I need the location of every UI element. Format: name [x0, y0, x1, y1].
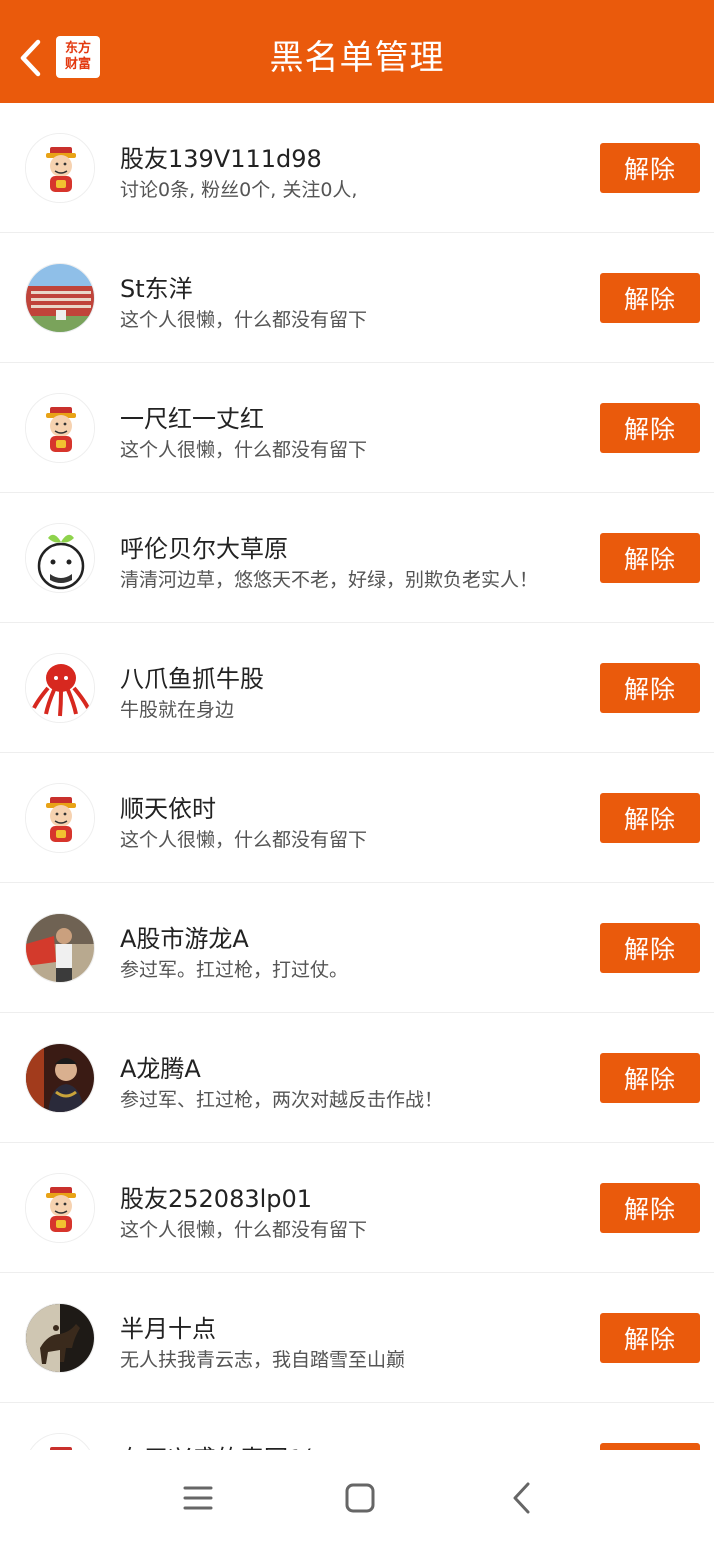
menu-icon[interactable]	[176, 1476, 220, 1520]
list-item[interactable]: 有无兴盛的毒冠1( 解除	[0, 1403, 714, 1450]
user-signature: 讨论0条, 粉丝0个, 关注0人,	[120, 179, 358, 201]
user-signature: 这个人很懒，什么都没有留下	[120, 439, 368, 461]
remove-button[interactable]: 解除	[600, 923, 700, 973]
remove-button[interactable]: 解除	[600, 1443, 700, 1450]
remove-button[interactable]: 解除	[600, 663, 700, 713]
avatar[interactable]	[25, 263, 95, 333]
user-name: A龙腾A	[120, 1055, 201, 1083]
user-signature: 牛股就在身边	[120, 699, 235, 721]
avatar[interactable]	[25, 1173, 95, 1243]
list-item[interactable]: 呼伦贝尔大草原清清河边草，悠悠天不老，好绿，别欺负老实人！ 解除	[0, 493, 714, 623]
list-item[interactable]: St东洋这个人很懒，什么都没有留下 解除	[0, 233, 714, 363]
user-name: St东洋	[120, 275, 193, 303]
list-item[interactable]: 八爪鱼抓牛股牛股就在身边 解除	[0, 623, 714, 753]
list-item[interactable]: 股友252083lp01 这个人很懒，什么都没有留下 解除	[0, 1143, 714, 1273]
remove-button[interactable]: 解除	[600, 273, 700, 323]
user-name: 半月十点	[120, 1315, 216, 1343]
user-name: 一尺红一丈红	[120, 405, 264, 433]
avatar[interactable]	[25, 1303, 95, 1373]
avatar[interactable]	[25, 393, 95, 463]
avatar[interactable]	[25, 913, 95, 983]
remove-button[interactable]: 解除	[600, 793, 700, 843]
avatar[interactable]	[25, 1043, 95, 1113]
remove-button[interactable]: 解除	[600, 403, 700, 453]
avatar[interactable]	[25, 133, 95, 203]
user-name: 顺天依时	[120, 795, 216, 823]
list-item[interactable]: 顺天依时这个人很懒，什么都没有留下 解除	[0, 753, 714, 883]
app-header: 东方 财富 黑名单管理	[0, 0, 714, 103]
remove-button[interactable]: 解除	[600, 1183, 700, 1233]
user-signature: 这个人很懒，什么都没有留下	[120, 829, 368, 851]
avatar[interactable]	[25, 653, 95, 723]
user-name: 有无兴盛的毒冠1(	[120, 1439, 313, 1450]
user-signature: 参过军、扛过枪，两次对越反击作战！	[120, 1089, 444, 1111]
user-signature: 清清河边草，悠悠天不老，好绿，别欺负老实人！	[120, 569, 539, 591]
user-name: 股友252083lp01	[120, 1185, 313, 1213]
remove-button[interactable]: 解除	[600, 143, 700, 193]
page-title: 黑名单管理	[269, 38, 445, 78]
list-item[interactable]: 半月十点无人扶我青云志，我自踏雪至山巅 解除	[0, 1273, 714, 1403]
blacklist-list: 股友139V111d98 讨论0条, 粉丝0个, 关注0人, 解除 St东洋 这个人很懒…	[0, 103, 714, 1450]
system-nav-bar	[0, 1450, 714, 1546]
list-item[interactable]: A股市游龙A 参过军。扛过枪，打过仗。 解除	[0, 883, 714, 1013]
remove-button[interactable]: 解除	[600, 533, 700, 583]
home-square-icon[interactable]	[338, 1476, 382, 1520]
list-item[interactable]: A龙腾A 参过军、扛过枪，两次对越反击作战！ 解除	[0, 1013, 714, 1143]
user-signature: 这个人很懒，什么都没有留下	[120, 309, 368, 331]
user-signature: 参过军。扛过枪，打过仗。	[120, 959, 349, 981]
user-signature: 这个人很懒，什么都没有留下	[120, 1219, 368, 1241]
user-name: 股友139V111d98	[120, 145, 322, 173]
back-chevron-icon[interactable]	[500, 1476, 544, 1520]
list-item[interactable]: 股友139V111d98 讨论0条, 粉丝0个, 关注0人, 解除	[0, 103, 714, 233]
remove-button[interactable]: 解除	[600, 1053, 700, 1103]
avatar[interactable]	[25, 523, 95, 593]
avatar[interactable]	[25, 1433, 95, 1450]
remove-button[interactable]: 解除	[600, 1313, 700, 1363]
avatar[interactable]	[25, 783, 95, 853]
user-name: 呼伦贝尔大草原	[120, 535, 288, 563]
list-item[interactable]: 一尺红一丈红这个人很懒，什么都没有留下 解除	[0, 363, 714, 493]
user-signature: 无人扶我青云志，我自踏雪至山巅	[120, 1349, 406, 1371]
user-name: A股市游龙A	[120, 925, 249, 953]
user-name: 八爪鱼抓牛股	[120, 665, 264, 693]
